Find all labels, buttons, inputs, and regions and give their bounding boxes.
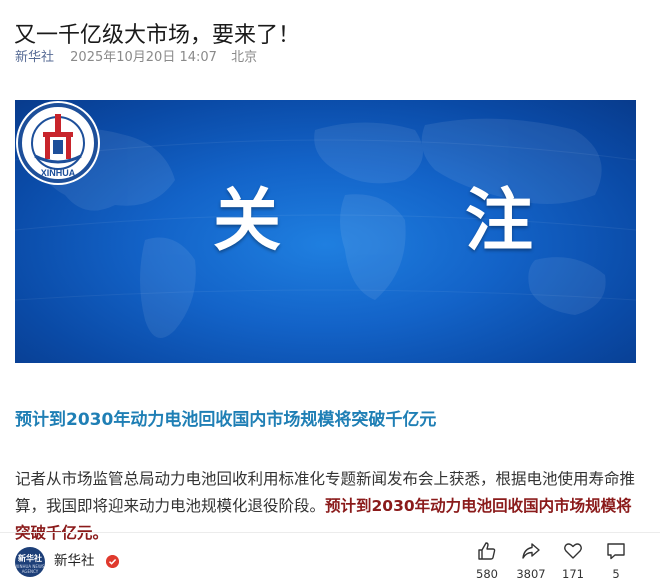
article-subheading: 预计到2030年动力电池回收国内市场规模将突破千亿元 — [15, 410, 437, 431]
article-footer: 新华社 XINHUA NEWS AGENCY 新华社 580 3807 171 … — [0, 532, 660, 587]
favorite-count: 171 — [562, 567, 584, 581]
avatar-text: 新华社 — [18, 554, 42, 563]
share-button[interactable]: 3807 — [511, 541, 551, 585]
source-link[interactable]: 新华社 — [15, 50, 54, 65]
banner-char-guan: 关 — [213, 182, 282, 261]
xinhua-logo: XINHUA — [16, 101, 100, 185]
comment-count: 5 — [612, 567, 620, 581]
article-title: 又一千亿级大市场，要来了！ — [14, 22, 301, 48]
thumbs-up-icon — [478, 542, 496, 560]
banner-char-zhu: 注 — [465, 182, 534, 261]
avatar[interactable]: 新华社 XINHUA NEWS AGENCY — [15, 547, 45, 577]
like-count: 580 — [476, 567, 498, 581]
banner-image: XINHUA 关 注 — [15, 100, 636, 363]
publish-location: 北京 — [231, 50, 258, 65]
author-name[interactable]: 新华社 — [54, 551, 95, 571]
verified-badge-icon — [106, 555, 119, 568]
logo-text: XINHUA — [41, 168, 76, 178]
publish-date: 2025年10月20日 14:07 — [70, 50, 217, 65]
world-map-decoration — [15, 118, 636, 338]
article-meta: 新华社 2025年10月20日 14:07 北京 — [15, 48, 257, 68]
like-button[interactable]: 580 — [467, 541, 507, 585]
comment-icon — [607, 543, 625, 560]
favorite-button[interactable]: 171 — [553, 541, 593, 585]
share-icon — [522, 543, 540, 559]
comment-button[interactable]: 5 — [596, 541, 636, 585]
avatar-subtext: XINHUA NEWS AGENCY — [15, 564, 45, 574]
heart-icon — [564, 543, 582, 559]
share-count: 3807 — [516, 567, 546, 581]
